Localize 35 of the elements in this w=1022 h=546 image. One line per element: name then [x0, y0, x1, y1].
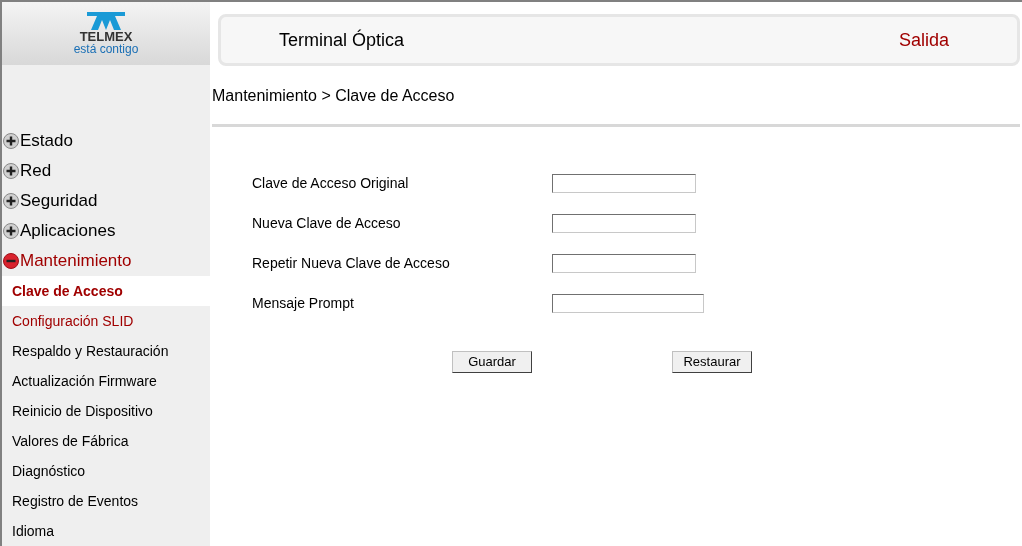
- plus-icon[interactable]: [3, 223, 19, 239]
- plus-icon[interactable]: [3, 193, 19, 209]
- field-label: Clave de Acceso Original: [252, 173, 410, 193]
- menu-item[interactable]: Seguridad: [20, 188, 98, 214]
- plus-icon[interactable]: [3, 133, 19, 149]
- input-field[interactable]: [552, 213, 696, 233]
- submenu-item[interactable]: Actualización Firmware: [2, 366, 210, 396]
- submenu-item[interactable]: Clave de Acceso: [2, 276, 210, 306]
- breadcrumb: Mantenimiento > Clave de Acceso: [212, 86, 455, 106]
- input-field[interactable]: [552, 173, 696, 193]
- menu-item[interactable]: Red: [20, 158, 52, 184]
- submenu-item[interactable]: Registro de Eventos: [2, 486, 210, 516]
- logo-slogan: está contigo: [73, 42, 139, 55]
- menu-item[interactable]: Aplicaciones: [20, 218, 116, 244]
- submenu-item[interactable]: Idioma: [2, 516, 210, 546]
- form-button[interactable]: Guardar: [452, 351, 532, 373]
- input-field[interactable]: [552, 253, 696, 273]
- input-field[interactable]: [552, 293, 704, 313]
- page-title: Terminal Óptica: [279, 28, 405, 52]
- submenu-item[interactable]: Diagnóstico: [2, 456, 210, 486]
- minus-icon[interactable]: [3, 253, 19, 269]
- field-label: Nueva Clave de Acceso: [252, 213, 402, 233]
- menu-item[interactable]: Estado: [20, 128, 73, 154]
- field-label: Mensaje Prompt: [252, 293, 355, 313]
- logout-link[interactable]: Salida: [898, 26, 949, 54]
- submenu-item[interactable]: Configuración SLID: [2, 306, 210, 336]
- submenu-item[interactable]: Respaldo y Restauración: [2, 336, 210, 366]
- submenu-item[interactable]: Valores de Fábrica: [2, 426, 210, 456]
- form-button[interactable]: Restaurar: [672, 351, 752, 373]
- field-label: Repetir Nueva Clave de Acceso: [252, 253, 451, 273]
- plus-icon[interactable]: [3, 163, 19, 179]
- menu-item[interactable]: Mantenimiento: [20, 248, 132, 274]
- logo-brand: TELMEX: [79, 29, 133, 43]
- submenu-item[interactable]: Reinicio de Dispositivo: [2, 396, 210, 426]
- logo-icon: [87, 11, 125, 30]
